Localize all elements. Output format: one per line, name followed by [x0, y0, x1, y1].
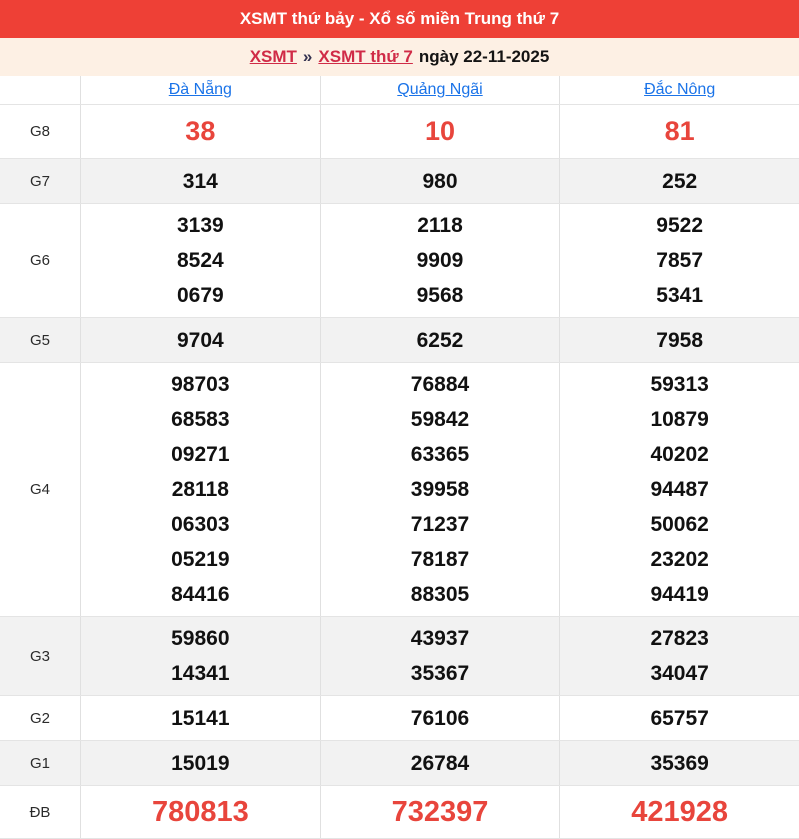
prize-value: 84416: [171, 583, 230, 606]
table-row: G6 3139 8524 0679 2118 9909 9568 9522 78…: [0, 204, 799, 318]
prize-value: 50062: [650, 513, 709, 536]
prize-value: 980: [422, 169, 458, 193]
prize-value: 9522: [656, 214, 704, 237]
prize-value: 38: [185, 116, 216, 146]
breadcrumb: XSMT » XSMT thứ 7 ngày 22-11-2025: [0, 38, 799, 76]
prize-value: 10879: [650, 408, 709, 431]
row-label: G3: [29, 647, 50, 665]
prize-value: 34047: [650, 662, 709, 685]
table-row: ĐB 780813 732397 421928: [0, 786, 799, 839]
prize-value: 43937: [410, 627, 470, 650]
prize-value: 59860: [171, 627, 230, 650]
prize-value: 68583: [171, 408, 230, 431]
prize-value: 9909: [416, 249, 464, 272]
breadcrumb-date: ngày 22-11-2025: [418, 47, 550, 66]
prize-value: 28118: [171, 478, 229, 501]
row-label: G8: [29, 123, 50, 140]
breadcrumb-separator: »: [302, 47, 313, 66]
prize-value: 71237: [410, 513, 470, 536]
row-label: ĐB: [29, 803, 51, 821]
prize-value: 27823: [650, 627, 709, 650]
breadcrumb-link-xsmt[interactable]: XSMT: [250, 47, 297, 67]
prize-value: 7857: [656, 249, 704, 272]
row-label: G2: [29, 709, 50, 727]
table-row: G2 15141 76106 65757: [0, 696, 799, 741]
column-link-da-nang[interactable]: Đà Nẵng: [169, 81, 232, 99]
prize-value: 15141: [171, 706, 230, 730]
prize-value: 15019: [171, 751, 230, 775]
prize-value: 7958: [656, 328, 704, 352]
row-label: G6: [29, 252, 50, 269]
prize-value: 421928: [631, 795, 729, 828]
prize-value: 40202: [650, 443, 709, 466]
prize-value: 3139: [176, 214, 224, 237]
prize-value: 76106: [410, 706, 470, 730]
prize-value: 59313: [650, 373, 709, 396]
prize-value: 26784: [410, 751, 470, 775]
prize-value: 732397: [391, 795, 489, 828]
prize-value: 14341: [171, 662, 230, 685]
corner-cell: [0, 76, 80, 104]
table-row: G8 38 10 81: [0, 105, 799, 159]
prize-value: 780813: [151, 795, 249, 828]
prize-value: 35369: [650, 751, 709, 775]
header-bar: XSMT thứ bảy - Xổ số miền Trung thứ 7: [0, 0, 799, 38]
prize-value: 10: [424, 116, 456, 146]
table-row: G4 98703 68583 09271 28118 06303 05219 8…: [0, 363, 799, 617]
page-title: XSMT thứ bảy - Xổ số miền Trung thứ 7: [239, 9, 560, 28]
table-header-row: Đà Nẵng Quảng Ngãi Đắc Nông: [0, 76, 799, 105]
prize-value: 63365: [410, 443, 470, 466]
prize-value: 88305: [410, 583, 470, 606]
table-row: G3 59860 14341 43937 35367 27823 34047: [0, 617, 799, 696]
results-table: Đà Nẵng Quảng Ngãi Đắc Nông G8 38 10 81 …: [0, 76, 799, 839]
prize-value: 09271: [171, 443, 230, 466]
prize-value: 06303: [171, 513, 230, 536]
prize-value: 98703: [171, 373, 230, 396]
prize-value: 2118: [417, 214, 463, 237]
prize-value: 314: [182, 169, 218, 193]
column-link-quang-ngai[interactable]: Quảng Ngãi: [397, 81, 482, 99]
table-row: G1 15019 26784 35369: [0, 741, 799, 786]
prize-value: 5341: [656, 284, 704, 307]
prize-value: 6252: [416, 328, 464, 352]
breadcrumb-link-xsmt-thu7[interactable]: XSMT thứ 7: [318, 47, 412, 67]
row-label: G5: [29, 331, 50, 349]
prize-value: 65757: [650, 706, 709, 730]
prize-value: 8524: [176, 249, 224, 272]
row-label: G7: [29, 172, 50, 190]
row-label: G4: [29, 481, 50, 498]
prize-value: 23202: [650, 548, 709, 571]
prize-value: 94487: [650, 478, 709, 501]
column-link-dac-nong[interactable]: Đắc Nông: [644, 81, 715, 99]
prize-value: 05219: [171, 548, 230, 571]
prize-value: 81: [664, 116, 695, 146]
prize-value: 9704: [176, 328, 224, 352]
prize-value: 9568: [416, 284, 464, 307]
prize-value: 76884: [410, 373, 470, 396]
prize-value: 252: [662, 169, 698, 193]
prize-value: 78187: [410, 548, 470, 571]
prize-value: 39958: [410, 478, 470, 501]
row-label: G1: [29, 754, 50, 772]
prize-value: 94419: [650, 583, 709, 606]
prize-value: 0679: [176, 284, 224, 307]
prize-value: 59842: [410, 408, 470, 431]
table-row: G5 9704 6252 7958: [0, 318, 799, 363]
table-row: G7 314 980 252: [0, 159, 799, 204]
prize-value: 35367: [410, 662, 470, 685]
